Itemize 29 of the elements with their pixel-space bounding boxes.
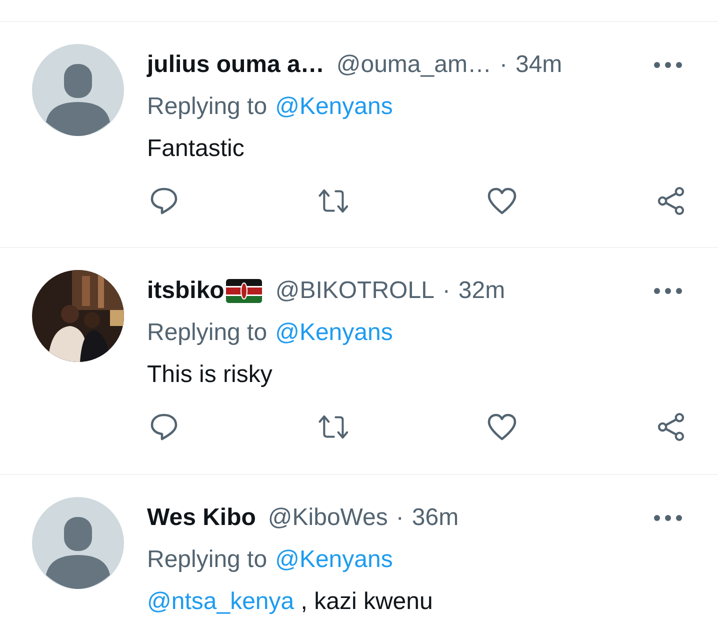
replying-label: Replying to xyxy=(147,546,268,574)
reply-icon[interactable] xyxy=(149,412,179,442)
tweet-text: This is risky xyxy=(147,361,272,389)
user-name[interactable]: Wes Kibo xyxy=(147,504,256,532)
more-icon[interactable] xyxy=(653,61,683,69)
user-handle[interactable]: @KiboWes xyxy=(268,504,388,532)
heart-icon[interactable] xyxy=(487,412,517,442)
user-handle[interactable]: @BIKOTROLL xyxy=(275,277,434,305)
reply-icon[interactable] xyxy=(149,186,179,216)
separator-dot: · xyxy=(442,277,450,305)
avatar-icon[interactable] xyxy=(32,497,124,589)
avatar-icon[interactable] xyxy=(32,44,124,136)
user-name[interactable]: julius ouma a… xyxy=(147,51,324,79)
user-name[interactable]: itsbiko xyxy=(147,277,224,305)
share-icon[interactable] xyxy=(656,186,686,216)
user-handle[interactable]: @ouma_am… xyxy=(336,51,492,79)
separator-dot: · xyxy=(396,504,404,532)
more-icon[interactable] xyxy=(653,514,683,522)
heart-icon[interactable] xyxy=(487,186,517,216)
replying-label: Replying to xyxy=(147,319,268,347)
more-icon[interactable] xyxy=(653,287,683,295)
timestamp[interactable]: 32m xyxy=(458,277,506,305)
separator-dot: · xyxy=(499,51,508,79)
tweet-text: Fantastic xyxy=(147,135,244,163)
replying-label: Replying to xyxy=(147,93,268,121)
tweet-text: @ntsa_kenya , kazi kwenu xyxy=(147,588,433,616)
timestamp[interactable]: 34m xyxy=(515,51,562,79)
share-icon[interactable] xyxy=(656,412,686,442)
timestamp[interactable]: 36m xyxy=(412,504,459,532)
